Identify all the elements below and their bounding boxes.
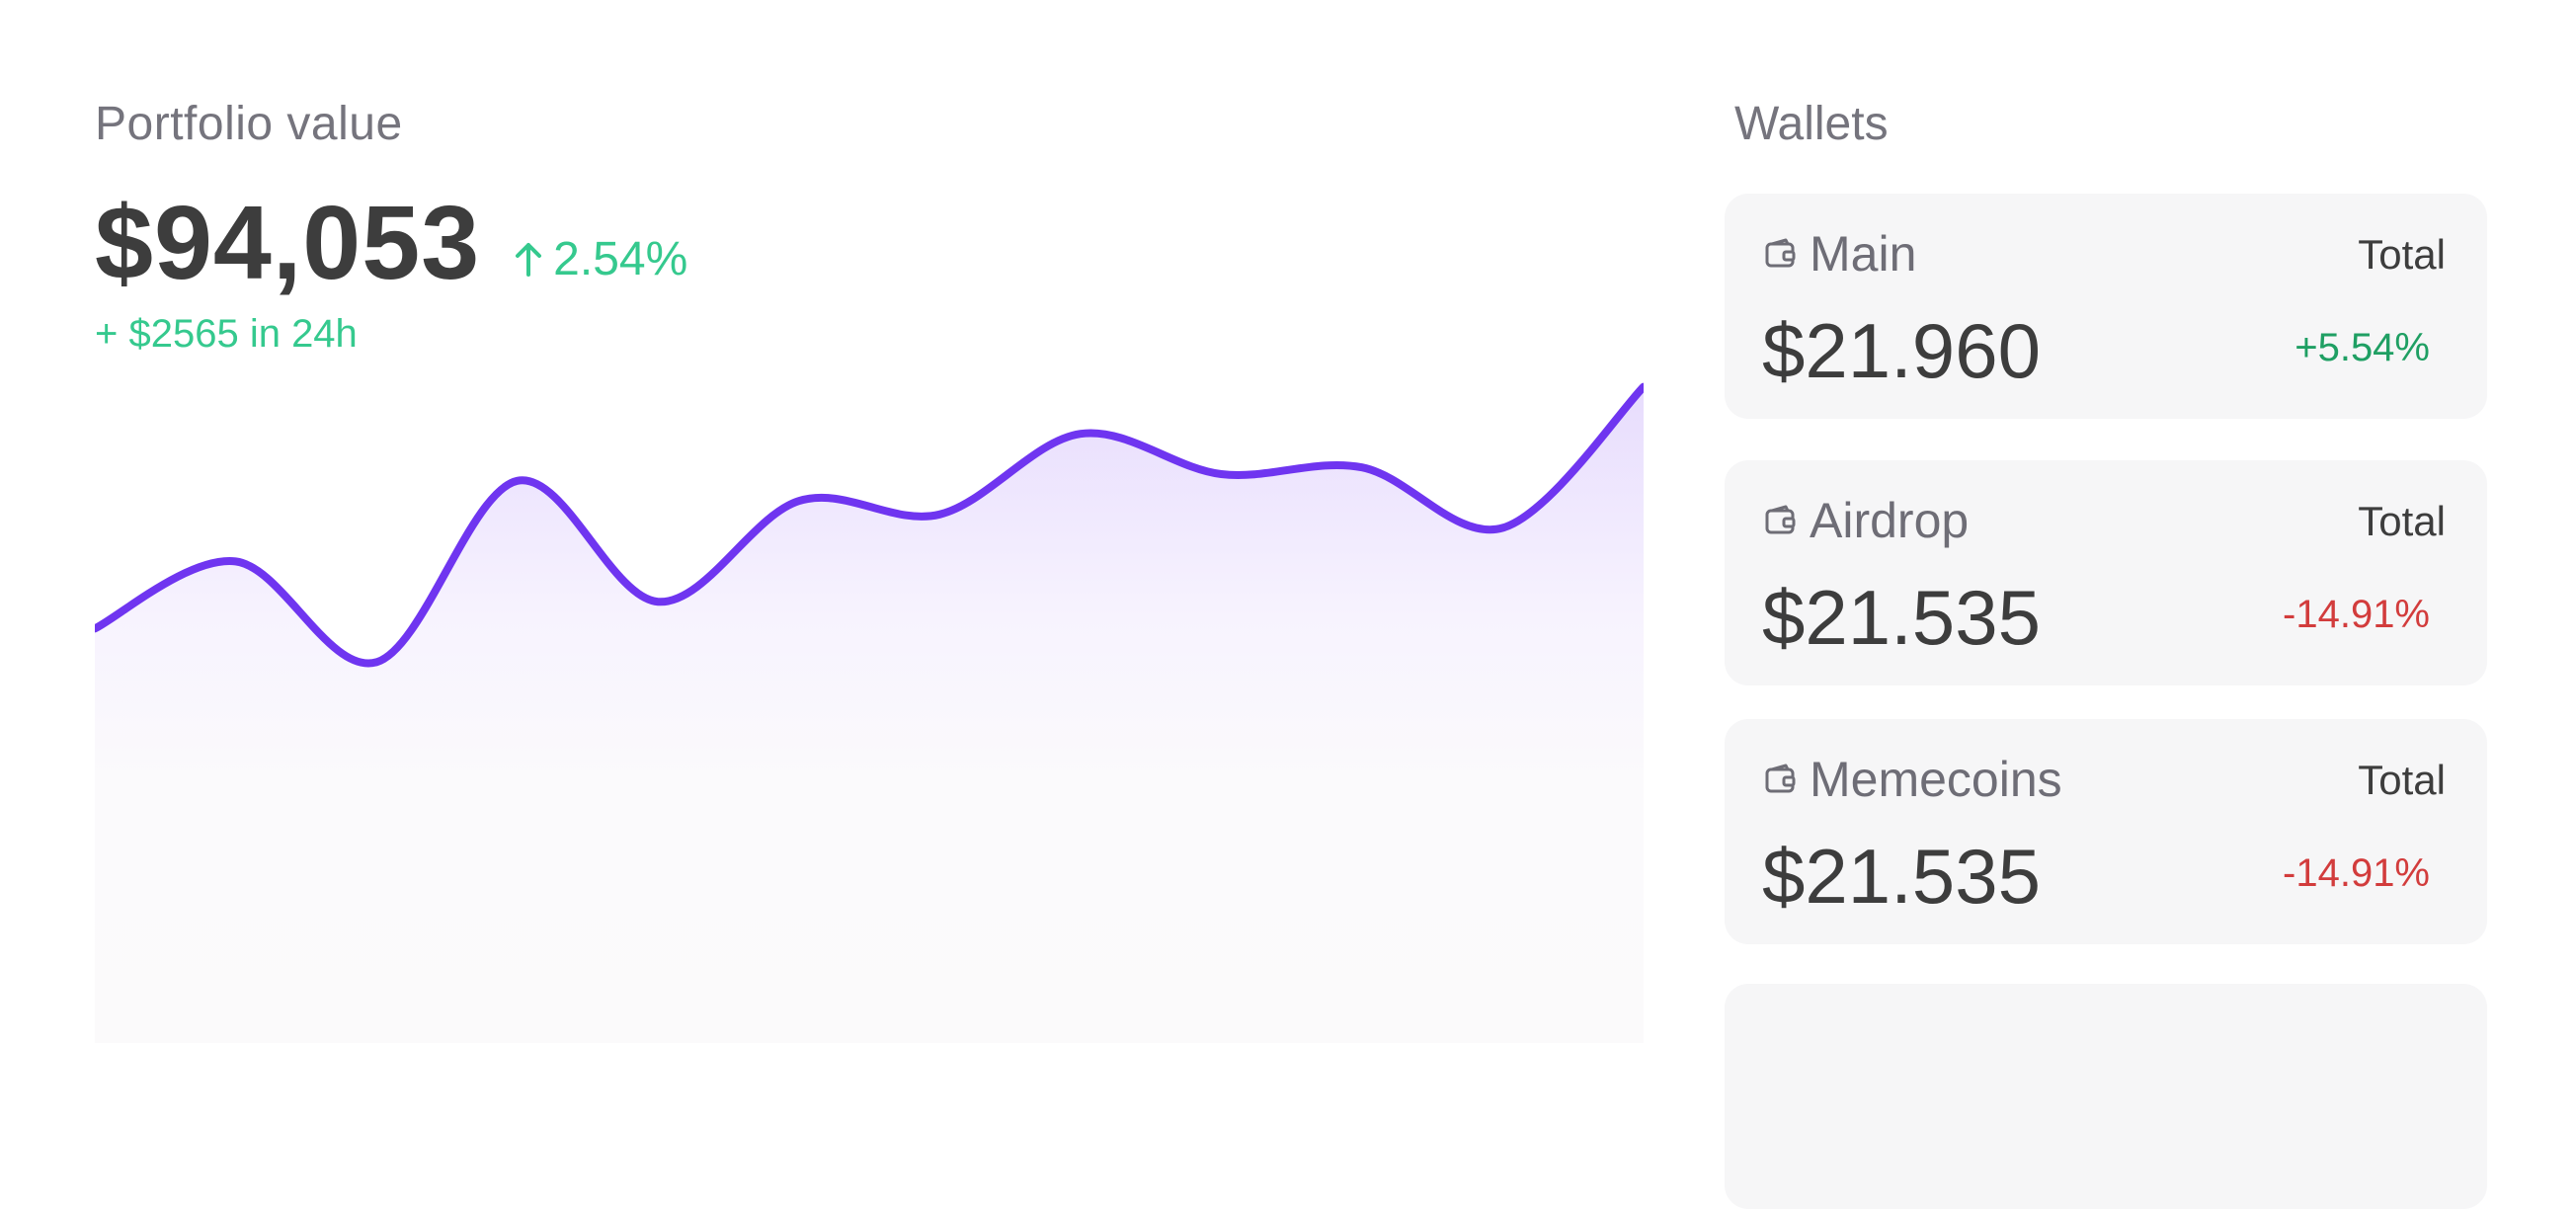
arrow-up-icon [516, 243, 542, 277]
wallet-change: -14.91% [2283, 851, 2430, 895]
wallets-title: Wallets [1734, 98, 1889, 150]
wallet-change: +5.54% [2294, 326, 2430, 369]
chart-area [95, 386, 1644, 1043]
wallets-panel: Wallets Main Total $21.960 +5.54% Airdro… [1725, 0, 2487, 1209]
wallet-total-label: Total [2358, 231, 2446, 278]
portfolio-change-percent: 2.54% [514, 232, 687, 286]
wallet-amount: $21.960 [1762, 307, 2041, 394]
portfolio-panel: Portfolio value $94,053 2.54% + $2565 in… [95, 0, 1644, 1043]
wallet-card-memecoins[interactable]: Memecoins Total $21.535 -14.91% [1725, 719, 2487, 944]
wallet-card-main[interactable]: Main Total $21.960 +5.54% [1725, 194, 2487, 419]
portfolio-value-row: $94,053 2.54% [95, 184, 687, 303]
portfolio-change-percent-text: 2.54% [553, 232, 688, 285]
wallet-icon [1765, 238, 1796, 268]
wallet-amount: $21.535 [1762, 574, 2041, 661]
wallet-change: -14.91% [2283, 593, 2430, 636]
portfolio-change-absolute: + $2565 in 24h [95, 312, 358, 356]
wallet-icon [1765, 764, 1796, 793]
wallet-name: Airdrop [1810, 493, 1970, 548]
wallet-name: Main [1810, 226, 1917, 282]
wallet-name: Memecoins [1810, 752, 2062, 807]
wallet-card-partial[interactable] [1725, 984, 2487, 1209]
wallet-total-label: Total [2358, 498, 2446, 544]
portfolio-value: $94,053 [95, 185, 481, 301]
wallet-total-label: Total [2358, 757, 2446, 803]
wallet-card-airdrop[interactable]: Airdrop Total $21.535 -14.91% [1725, 460, 2487, 685]
portfolio-label: Portfolio value [95, 98, 403, 150]
wallet-icon [1765, 505, 1796, 534]
wallet-amount: $21.535 [1762, 833, 2041, 920]
portfolio-chart [95, 382, 1644, 1043]
